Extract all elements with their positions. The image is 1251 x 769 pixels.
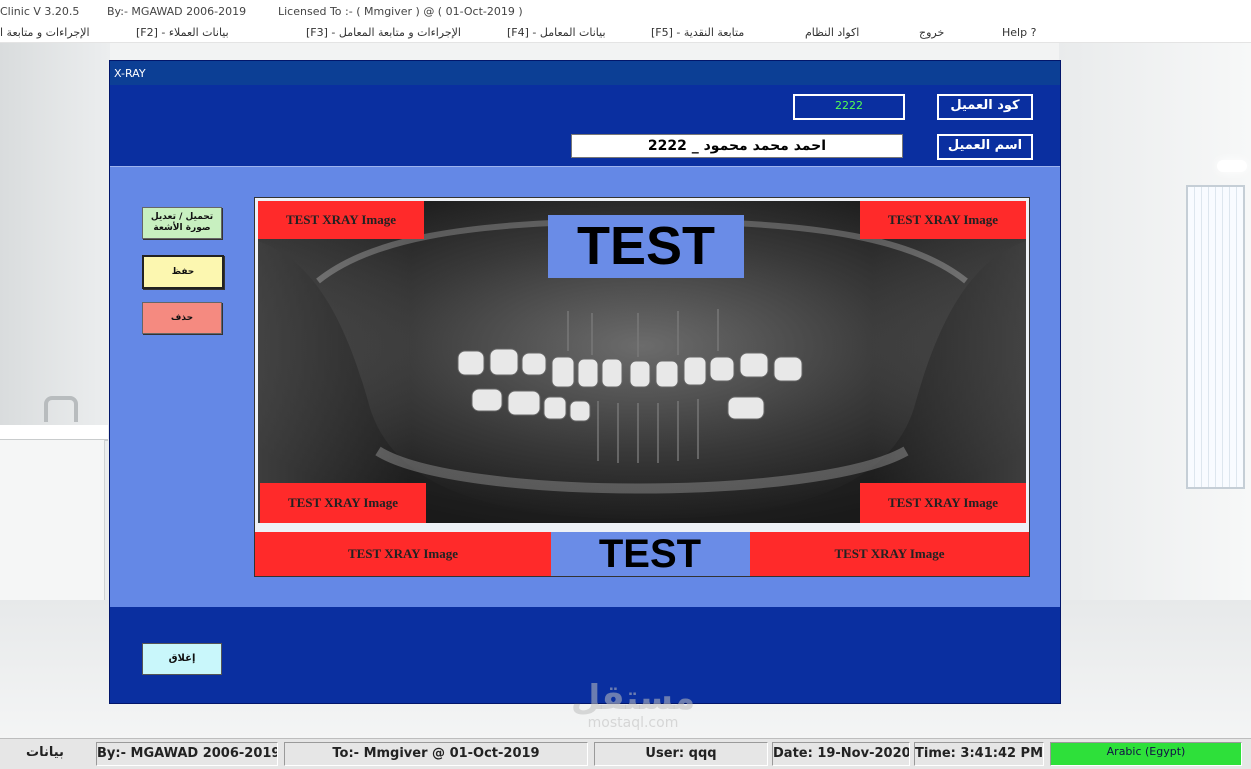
close-button[interactable]: إغلاق [142,643,222,675]
background-faucet [44,396,78,422]
menu-lab-procedures[interactable]: [F3] - الإجراءات و متابعة المعامل [306,26,461,39]
xray-image: TEST XRAY Image TEST XRAY Image TEST XRA… [258,201,1026,523]
menu-codes[interactable]: اكواد النظام [805,26,859,39]
app-license: Licensed To :- ( Mmgiver ) @ ( 01-Oct-20… [278,5,523,18]
xray-tag-bottom-right: TEST XRAY Image [860,483,1026,523]
background-window [1186,185,1245,489]
window-titlebar: X-RAY [110,61,1060,85]
menu-bar: الإجراءات و متابعة ا [F2] - بيانات العمل… [0,22,1251,43]
mostaql-watermark: مستقل mostaql.com [548,680,718,730]
xray-strip-left-tag: TEST XRAY Image [255,532,551,576]
status-time: Time: 3:41:42 PM [914,742,1044,766]
watermark-logo: مستقل [570,678,696,718]
menu-help[interactable]: Help ? [1002,26,1036,39]
delete-button[interactable]: حذف [142,302,222,334]
client-code-label: كود العميل [937,94,1033,120]
window-title: X-RAY [114,67,146,80]
xray-tag-bottom-left: TEST XRAY Image [260,483,426,523]
load-xray-button[interactable]: تحميل / تعديل صورة الأشعة [142,207,222,239]
client-name-label: اسم العميل [937,134,1033,160]
menu-procedures[interactable]: الإجراءات و متابعة ا [0,26,90,39]
menu-cash[interactable]: [F5] - متابعة النقدية [651,26,744,39]
xray-bottom-strip: TEST XRAY Image TEST TEST XRAY Image [255,532,1029,576]
menu-labs[interactable]: [F4] - بيانات المعامل [507,26,606,39]
xray-test-bottom-label: TEST [552,532,748,576]
app-version: Clinic V 3.20.5 [0,5,80,18]
xray-test-top-label: TEST [548,215,744,278]
background-counter [0,425,108,441]
background-lamp [1217,160,1247,172]
xray-strip-right-tag: TEST XRAY Image [750,532,1029,576]
status-data: بيانات [26,745,64,760]
xray-tag-top-right: TEST XRAY Image [860,201,1026,239]
status-author: By:- MGAWAD 2006-2019 [96,742,278,766]
status-language: Arabic (Egypt) [1050,742,1242,766]
status-date: Date: 19-Nov-2020 [772,742,910,766]
watermark-site: mostaql.com [587,715,679,731]
status-bar: بيانات By:- MGAWAD 2006-2019 To:- Mmgive… [0,738,1251,769]
xray-window: X-RAY 2222 كود العميل احمد محمد محمود _ … [109,60,1061,704]
xray-tag-top-left: TEST XRAY Image [258,201,424,239]
save-button[interactable]: حفظ [142,255,224,289]
app-titlebar: Clinic V 3.20.5 By:- MGAWAD 2006-2019 Li… [0,0,1251,22]
status-user: User: qqq [594,742,768,766]
client-code-field[interactable]: 2222 [793,94,905,120]
status-to: To:- Mmgiver @ 01-Oct-2019 [284,742,588,766]
menu-exit[interactable]: خروج [919,26,944,39]
app-author: By:- MGAWAD 2006-2019 [107,5,247,18]
menu-clients[interactable]: [F2] - بيانات العملاء [136,26,229,39]
client-name-field[interactable]: احمد محمد محمود _ 2222 [571,134,903,158]
xray-image-frame: TEST XRAY Image TEST XRAY Image TEST XRA… [254,197,1030,577]
